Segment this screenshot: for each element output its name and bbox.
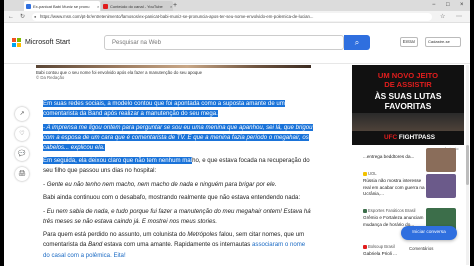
minimize-icon[interactable]: − bbox=[432, 0, 436, 10]
search-placeholder: Pesquisar na Web bbox=[112, 40, 161, 46]
share-icon[interactable]: ↗ bbox=[15, 107, 29, 121]
print-icon[interactable]: 🖨 bbox=[15, 167, 29, 181]
msn-favicon-icon bbox=[26, 3, 31, 9]
paragraph: Em suas redes sociais, a modelo contou q… bbox=[43, 99, 313, 119]
selected-text: Em seguida, ela deixou claro que não tem… bbox=[43, 157, 193, 165]
microsoft-logo-icon[interactable] bbox=[12, 38, 21, 47]
lock-icon: ● bbox=[34, 14, 37, 19]
tab-title: Ex-panicat Babi Muniz se pronu bbox=[33, 3, 90, 9]
tab-title: Conteúdo do canal - YouTube bbox=[110, 3, 163, 9]
refresh-icon[interactable]: ↻ bbox=[20, 13, 25, 21]
back-icon[interactable]: ← bbox=[8, 13, 14, 21]
paragraph: - Gente eu não tenho nem macho, nem mach… bbox=[43, 180, 277, 188]
close-icon[interactable]: × bbox=[97, 4, 99, 9]
screen: Ex-panicat Babi Muniz se pronu × Conteúd… bbox=[0, 0, 474, 266]
brand-name[interactable]: Microsoft Start bbox=[25, 37, 70, 48]
network-name: Band bbox=[88, 241, 103, 249]
image-caption: Babi contou que o seu nome foi envolvido… bbox=[36, 70, 306, 80]
favorite-star-icon[interactable]: ☆ bbox=[440, 13, 445, 21]
maximize-icon[interactable]: □ bbox=[446, 0, 450, 10]
source-name: Metrópoles bbox=[187, 231, 218, 239]
ad-headline: ÀS SUAS LUTAS bbox=[374, 91, 442, 101]
news-headline[interactable]: Rússia não mostra interesse real em acab… bbox=[363, 178, 425, 198]
article-hero-image bbox=[36, 65, 311, 68]
news-thumbnail[interactable] bbox=[426, 174, 456, 198]
article-body: Em suas redes sociais, a modelo contou q… bbox=[43, 99, 313, 264]
address-bar-row: ← ↻ ● https://www.msn.com/pt-br/entreten… bbox=[4, 11, 470, 23]
ufc-logo: UFC FIGHTPASS bbox=[384, 134, 436, 141]
paragraph-text: Para quem está perdido no assunto, um co… bbox=[43, 231, 188, 239]
paragraph: Para quem está perdido no assunto, um co… bbox=[43, 230, 313, 260]
news-source: UOL bbox=[363, 171, 377, 177]
like-icon[interactable]: ♡ bbox=[15, 127, 29, 141]
news-thumbnail[interactable] bbox=[426, 148, 456, 172]
paragraph: Em seguida, ela deixou claro que não tem… bbox=[43, 156, 313, 176]
close-icon[interactable]: × bbox=[170, 4, 172, 9]
tab-youtube[interactable]: Conteúdo do canal - YouTube × bbox=[101, 1, 173, 11]
search-input[interactable]: Pesquisar na Web bbox=[104, 35, 344, 50]
tab-strip: Ex-panicat Babi Muniz se pronu × Conteúd… bbox=[4, 0, 470, 11]
search-icon: ⌕ bbox=[354, 38, 360, 47]
url-text: https://www.msn.com/pt-br/entretenimento… bbox=[40, 14, 314, 19]
ufc-fightpass-bar[interactable]: UFC FIGHTPASS bbox=[352, 131, 464, 145]
news-source: Bolsoup Brasil bbox=[363, 244, 395, 250]
paragraph: - Eu nem sabia de nada, e tudo porque fu… bbox=[43, 207, 311, 225]
comment-icon[interactable]: 💬 bbox=[15, 147, 29, 161]
entrar-button[interactable]: Entrar bbox=[400, 37, 418, 47]
paragraph: - A imprensa me ligou ontem para pergunt… bbox=[43, 123, 313, 153]
scrollbar-thumb[interactable] bbox=[466, 145, 469, 185]
ad-banner[interactable]: UM NOVO JEITO DE ASSISTIR ÀS SUAS LUTAS … bbox=[352, 65, 464, 137]
caption-credit: © Da Redação bbox=[36, 75, 65, 80]
comments-link[interactable]: Comentários bbox=[409, 246, 433, 252]
ad-headline: UM NOVO JEITO bbox=[377, 71, 439, 80]
article: Babi contou que o seu nome foi envolvido… bbox=[4, 65, 322, 266]
new-tab-icon[interactable]: + bbox=[173, 1, 177, 10]
news-source: Esportes Fanáticos Brasil bbox=[363, 208, 415, 214]
site-header: Microsoft Start Pesquisar na Web ⌕ Entra… bbox=[4, 24, 470, 64]
paragraph: Babi ainda continuou com o desabafo, mos… bbox=[43, 194, 301, 202]
scrollbar[interactable] bbox=[466, 65, 469, 265]
paragraph-text: estava com uma amante. Rapidamente os in… bbox=[102, 241, 253, 249]
selected-text: Em suas redes sociais, a modelo contou q… bbox=[43, 100, 285, 118]
search-button[interactable]: ⌕ bbox=[344, 35, 370, 50]
ad-headline: FAVORITAS bbox=[384, 101, 432, 111]
tab-msn-article[interactable]: Ex-panicat Babi Muniz se pronu × bbox=[24, 1, 100, 11]
close-window-icon[interactable]: × bbox=[460, 0, 464, 10]
ad-headline: DE ASSISTIR bbox=[384, 80, 432, 89]
browser-window: Ex-panicat Babi Muniz se pronu × Conteúd… bbox=[4, 0, 470, 266]
start-conversation-button[interactable]: Iniciar conversa bbox=[401, 226, 457, 240]
url-field[interactable]: ● https://www.msn.com/pt-br/entretenimen… bbox=[32, 13, 432, 21]
more-menu-icon[interactable]: ⋯ bbox=[456, 13, 462, 21]
selected-text: - A imprensa me ligou ontem para pergunt… bbox=[43, 123, 313, 151]
youtube-favicon-icon bbox=[103, 3, 108, 9]
news-headline[interactable]: ...entrega beddtores da... bbox=[363, 154, 425, 161]
signup-button[interactable]: Cadastre-se bbox=[425, 37, 461, 47]
